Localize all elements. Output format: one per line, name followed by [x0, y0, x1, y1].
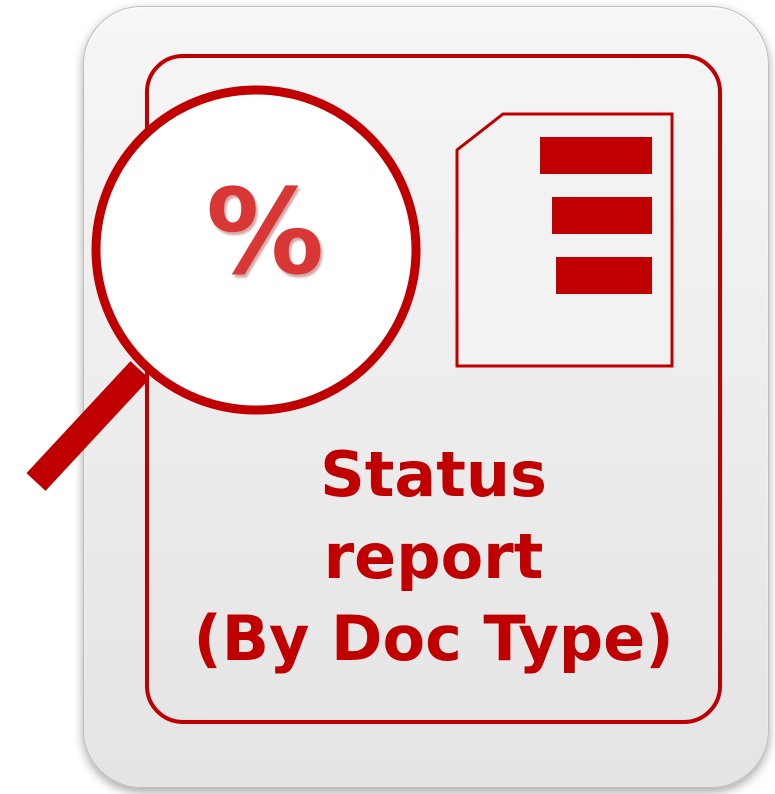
magnifying-glass-icon [26, 85, 421, 491]
percent-symbol: % [205, 163, 325, 301]
status-report-tile[interactable]: Status report (By Doc Type) % [0, 0, 775, 794]
